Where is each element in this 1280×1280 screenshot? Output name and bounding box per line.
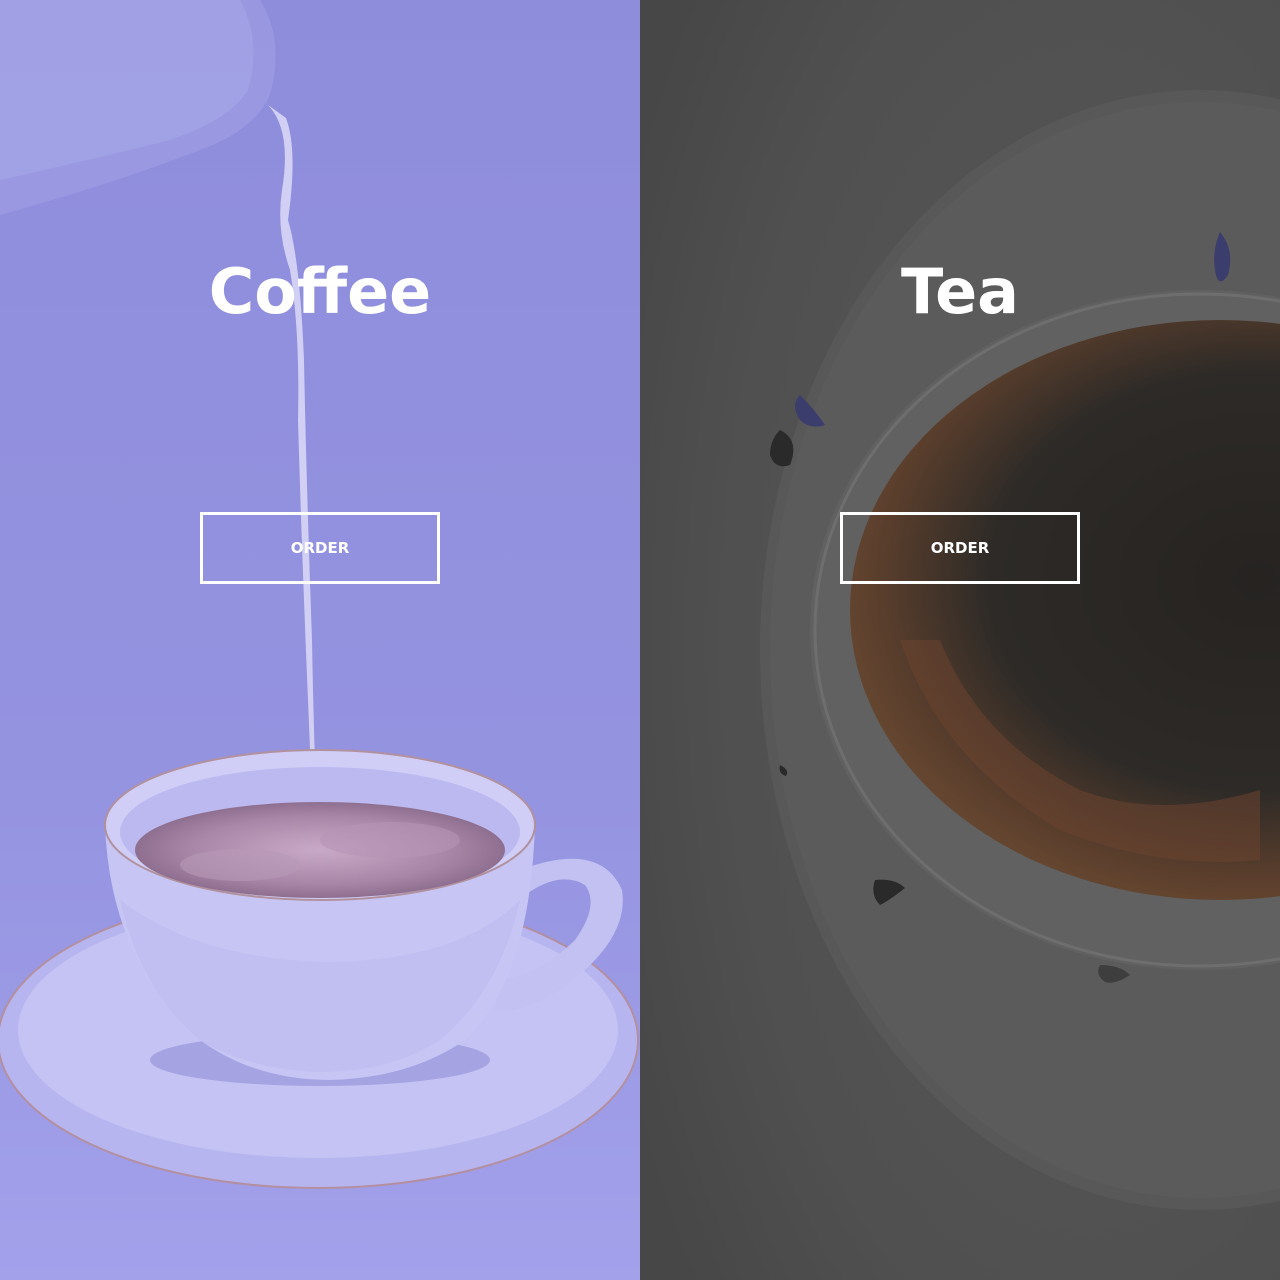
split-landing: Coffee ORDER Tea ORDER <box>0 0 1280 1280</box>
tea-panel: Tea ORDER <box>640 0 1280 1280</box>
coffee-title: Coffee <box>208 255 432 328</box>
tea-title: Tea <box>901 255 1019 328</box>
coffee-panel: Coffee ORDER <box>0 0 640 1280</box>
tea-order-button[interactable]: ORDER <box>840 512 1080 584</box>
coffee-order-button[interactable]: ORDER <box>200 512 440 584</box>
tea-content: Tea ORDER <box>640 0 1280 1280</box>
coffee-content: Coffee ORDER <box>0 0 640 1280</box>
